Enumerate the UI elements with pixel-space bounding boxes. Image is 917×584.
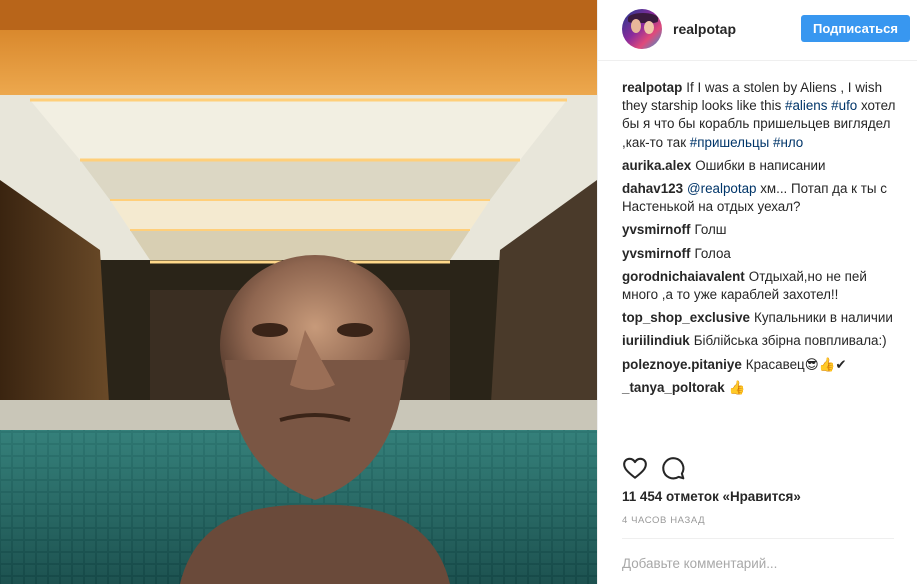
comment-username[interactable]: dahav123 <box>622 181 683 196</box>
avatar-face <box>631 19 641 33</box>
comment-text: Голоа <box>694 245 731 261</box>
comment-username[interactable]: aurika.alex <box>622 158 691 173</box>
post-sidebar: realpotap Подписаться realpotap If I was … <box>597 0 917 584</box>
comment: yvsmirnoff Голш <box>622 221 902 239</box>
comment-username[interactable]: poleznoye.pitaniye <box>622 357 742 372</box>
comments-list: realpotap If I was a stolen by Aliens , I… <box>622 79 902 402</box>
mention[interactable]: @realpotap <box>687 181 756 196</box>
action-bar <box>622 455 902 483</box>
comment-username[interactable]: gorodnichaiavalent <box>622 269 745 284</box>
post-photo[interactable] <box>0 0 597 584</box>
hashtag[interactable]: #aliens <box>785 98 827 113</box>
hashtag[interactable]: #нло <box>773 135 803 150</box>
comment-icon[interactable] <box>660 455 686 481</box>
comment-username[interactable]: _tanya_poltorak <box>622 380 725 395</box>
avatar[interactable] <box>622 9 662 49</box>
comment: top_shop_exclusive Купальники в наличии <box>622 309 902 327</box>
comment-text: Голш <box>694 222 727 238</box>
header-username[interactable]: realpotap <box>673 21 736 37</box>
comment: yvsmirnoff Голоа <box>622 245 902 263</box>
comment: aurika.alex Ошибки в написании <box>622 157 902 175</box>
comment-text: Ошибки в написании <box>695 157 826 173</box>
add-comment-input[interactable] <box>622 553 892 573</box>
divider <box>622 538 894 539</box>
comment-username[interactable]: yvsmirnoff <box>622 246 690 261</box>
comment: iuriilindiuk Біблійська збірна повпливала… <box>622 332 902 350</box>
avatar-face <box>644 21 654 34</box>
comment-username[interactable]: yvsmirnoff <box>622 222 690 237</box>
caption-username[interactable]: realpotap <box>622 80 682 95</box>
hashtag[interactable]: #ufo <box>831 98 857 113</box>
like-count[interactable]: 11 454 отметок «Нравится» <box>622 489 801 504</box>
instagram-post: realpotap Подписаться realpotap If I was … <box>0 0 917 584</box>
caption: realpotap If I was a stolen by Aliens , I… <box>622 79 902 152</box>
post-timestamp[interactable]: 4 часов назад <box>622 515 705 526</box>
comment: dahav123 @realpotap хм... Потап да к ты с… <box>622 180 902 216</box>
comment-text: Біблійська збірна повпливала:) <box>693 333 887 349</box>
comment: gorodnichaiavalent Отдыхай,но не пей мног… <box>622 268 902 304</box>
hashtag[interactable]: #пришельцы <box>690 135 769 150</box>
pool-selfie-image <box>0 0 597 584</box>
comment-username[interactable]: iuriilindiuk <box>622 333 690 348</box>
comment: _tanya_poltorak 👍 <box>622 379 902 397</box>
comment-username[interactable]: top_shop_exclusive <box>622 310 750 325</box>
comment-text: Красавец😎👍✔ <box>745 356 847 372</box>
follow-button[interactable]: Подписаться <box>801 15 910 42</box>
comment: poleznoye.pitaniye Красавец😎👍✔ <box>622 356 902 374</box>
heart-icon[interactable] <box>622 455 648 481</box>
comment-text: 👍 <box>728 379 746 395</box>
comment-text: Купальники в наличии <box>754 310 893 326</box>
post-header: realpotap Подписаться <box>598 0 917 61</box>
